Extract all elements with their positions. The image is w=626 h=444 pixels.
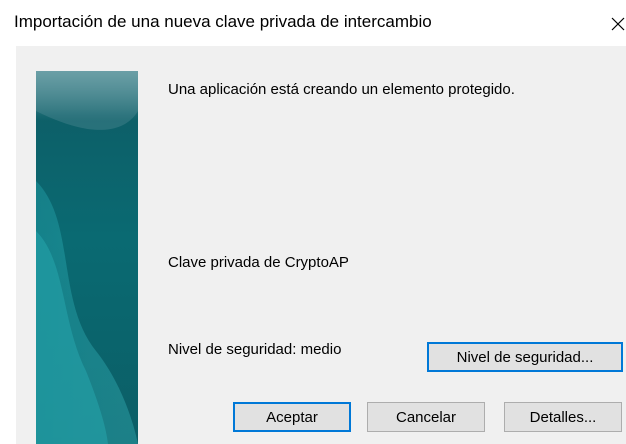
security-level-label: Nivel de seguridad: medio [168, 341, 342, 358]
dialog-window: Importación de una nueva clave privada d… [0, 0, 626, 444]
window-title: Importación de una nueva clave privada d… [14, 12, 432, 31]
close-button[interactable] [598, 6, 626, 38]
creation-message: Una aplicación está creando un elemento … [168, 81, 515, 98]
cancel-button[interactable]: Cancelar [367, 402, 485, 432]
security-level-button[interactable]: Nivel de seguridad... [427, 342, 623, 372]
close-icon [611, 17, 625, 31]
details-button[interactable]: Detalles... [504, 402, 622, 432]
accept-button[interactable]: Aceptar [233, 402, 351, 432]
side-banner-image [36, 71, 138, 444]
key-name-label: Clave privada de CryptoAP [168, 254, 349, 271]
dialog-body: Una aplicación está creando un elemento … [16, 46, 626, 444]
title-bar: Importación de una nueva clave privada d… [0, 0, 626, 42]
